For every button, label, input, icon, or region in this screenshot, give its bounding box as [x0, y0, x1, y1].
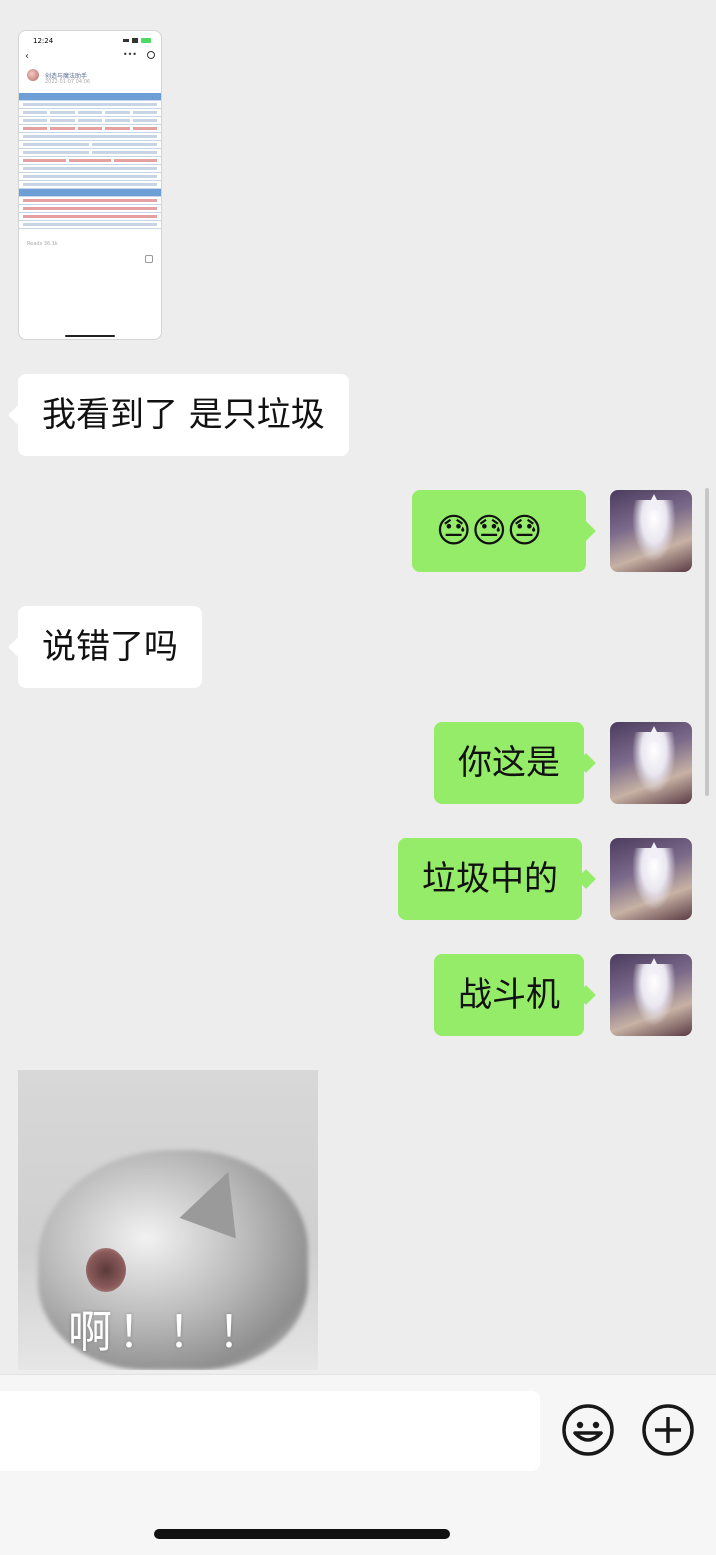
self-avatar[interactable]: [610, 838, 692, 920]
shot-table-image: [19, 93, 161, 235]
message-bubble-received[interactable]: 我看到了 是只垃圾: [18, 374, 349, 456]
shot-table-row: [19, 189, 161, 197]
message-bubble-sent[interactable]: 😓😓😓: [412, 490, 586, 572]
chat-scrollbar[interactable]: [705, 488, 709, 796]
shot-table-row: [19, 165, 161, 173]
emoji-face-icon[interactable]: [561, 1403, 615, 1457]
shot-back-icon: ‹: [25, 51, 29, 62]
shot-table-row: [19, 93, 161, 101]
shot-table-row: [19, 173, 161, 181]
plus-circle-icon[interactable]: [641, 1403, 695, 1457]
self-avatar[interactable]: [610, 954, 692, 1036]
shot-status-time: 12:24: [33, 37, 54, 45]
shot-table-row: [19, 101, 161, 109]
home-indicator: [154, 1529, 450, 1539]
message-bubble-sent[interactable]: 你这是: [434, 722, 584, 804]
message-bubble-sent[interactable]: 垃圾中的: [398, 838, 582, 920]
cat-sticker-image[interactable]: 啊！！！: [18, 1070, 318, 1370]
message-bubble-received[interactable]: 说错了吗: [18, 606, 202, 688]
shot-table-row: [19, 117, 161, 125]
shot-table-row: [19, 125, 161, 133]
chat-area[interactable]: 12:24 ‹ ••• 创造与魔法助手 2022-01-07 04:06 Rea…: [0, 0, 716, 1374]
shot-table-row: [19, 197, 161, 205]
input-bar: [0, 1374, 716, 1555]
shot-table-row: [19, 157, 161, 165]
shot-more-icon: •••: [122, 50, 137, 59]
shot-table-row: [19, 141, 161, 149]
shot-date: 2022-01-07 04:06: [45, 79, 91, 85]
message-input[interactable]: [0, 1391, 540, 1471]
shot-table-row: [19, 221, 161, 229]
shot-account-avatar: [27, 69, 39, 81]
self-avatar[interactable]: [610, 490, 692, 572]
shot-reads: Reads 36.1k: [27, 241, 58, 247]
shot-table-row: [19, 213, 161, 221]
shared-screenshot-card[interactable]: 12:24 ‹ ••• 创造与魔法助手 2022-01-07 04:06 Rea…: [18, 30, 162, 340]
shot-table-row: [19, 205, 161, 213]
shot-home-indicator: [65, 335, 115, 337]
sticker-caption: 啊！！！: [68, 1307, 268, 1358]
shot-table-row: [19, 109, 161, 117]
shot-table-row: [19, 133, 161, 141]
shot-like-icon: [145, 255, 153, 263]
self-avatar[interactable]: [610, 722, 692, 804]
message-bubble-sent[interactable]: 战斗机: [434, 954, 584, 1036]
shot-table-row: [19, 181, 161, 189]
shot-table-row: [19, 149, 161, 157]
shot-close-icon: [147, 51, 155, 59]
shot-status-icons: [123, 38, 151, 43]
